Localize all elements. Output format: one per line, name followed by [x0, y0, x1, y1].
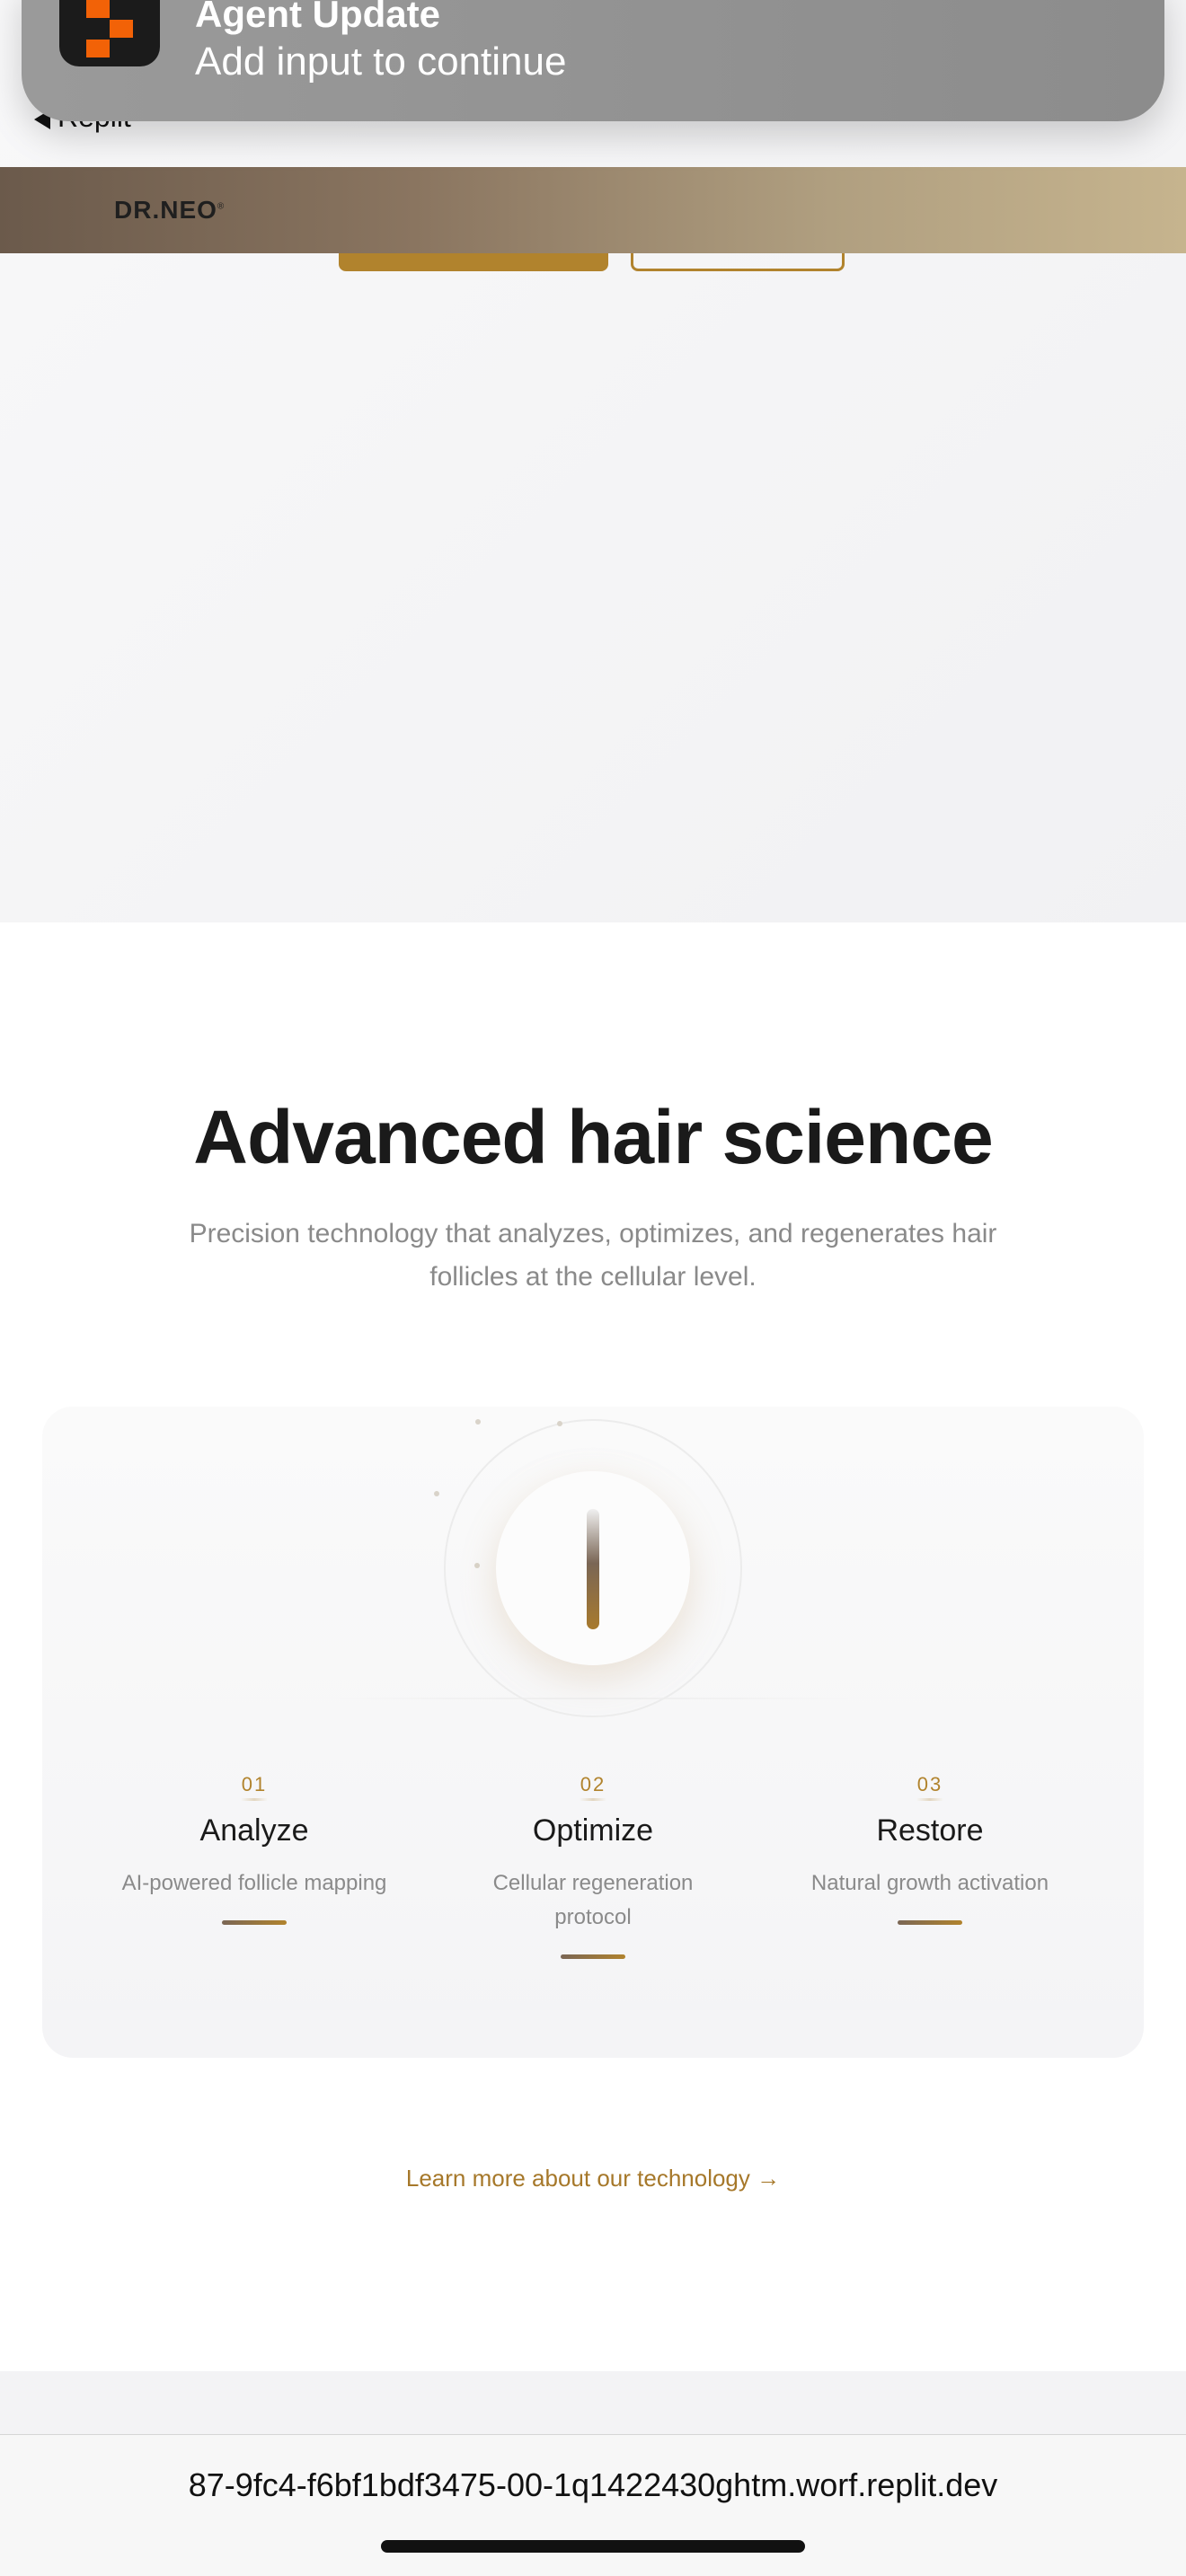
- step-number-underline: [580, 1798, 606, 1801]
- particle-dot: [475, 1419, 481, 1425]
- particle-dot: [474, 1563, 480, 1568]
- hair-strand-icon: [587, 1509, 599, 1629]
- section-title: Advanced hair science: [193, 1095, 993, 1179]
- step-accent-bar: [898, 1920, 962, 1925]
- step-number-underline: [916, 1798, 943, 1801]
- step-number: 01: [241, 1773, 268, 1795]
- brand-name: DR.NEO: [114, 196, 217, 224]
- url-text[interactable]: 87-9fc4-f6bf1bdf3475-00-1q1422430ghtm.wo…: [0, 2466, 1186, 2504]
- step-number: 02: [580, 1773, 606, 1795]
- step-title: Restore: [876, 1813, 984, 1848]
- step-optimize: 02 Optimize Cellular regeneration protoc…: [422, 1773, 764, 1959]
- step-accent-bar: [222, 1920, 287, 1925]
- step-description: Natural growth activation: [810, 1871, 1049, 1895]
- hero-section: [0, 0, 1186, 922]
- replit-icon: [59, 0, 160, 66]
- step-analyze: 01 Analyze AI-powered follicle mapping: [84, 1773, 425, 1925]
- address-bar[interactable]: [0, 2434, 1186, 2576]
- step-restore: 03 Restore Natural growth activation: [759, 1773, 1101, 1925]
- notification-banner[interactable]: [22, 0, 1164, 121]
- divider: [323, 1698, 863, 1699]
- home-indicator[interactable]: [381, 2540, 805, 2553]
- particle-dot: [434, 1491, 439, 1496]
- notification-title: Agent Update: [195, 0, 440, 35]
- step-accent-bar: [561, 1954, 625, 1959]
- brand-logo[interactable]: DR.NEO®: [114, 196, 225, 225]
- step-title: Analyze: [199, 1813, 309, 1848]
- step-description: AI-powered follicle mapping: [121, 1871, 387, 1895]
- footer-band: [0, 2371, 1186, 2434]
- step-description: Cellular regeneration protocol: [492, 1871, 694, 1929]
- learn-more-link[interactable]: Learn more about our technology →: [0, 2165, 1186, 2192]
- particle-dot: [557, 1421, 562, 1426]
- brand-mark: ®: [217, 201, 226, 212]
- replit-icon-shape: [86, 40, 110, 57]
- replit-icon-shape: [110, 20, 133, 38]
- notification-body: Add input to continue: [195, 40, 567, 84]
- step-number-underline: [241, 1798, 268, 1801]
- replit-icon-shape: [86, 0, 110, 18]
- step-title: Optimize: [532, 1813, 654, 1848]
- section-subtitle: Precision technology that analyzes, opti…: [189, 1219, 997, 1292]
- step-number: 03: [916, 1773, 943, 1795]
